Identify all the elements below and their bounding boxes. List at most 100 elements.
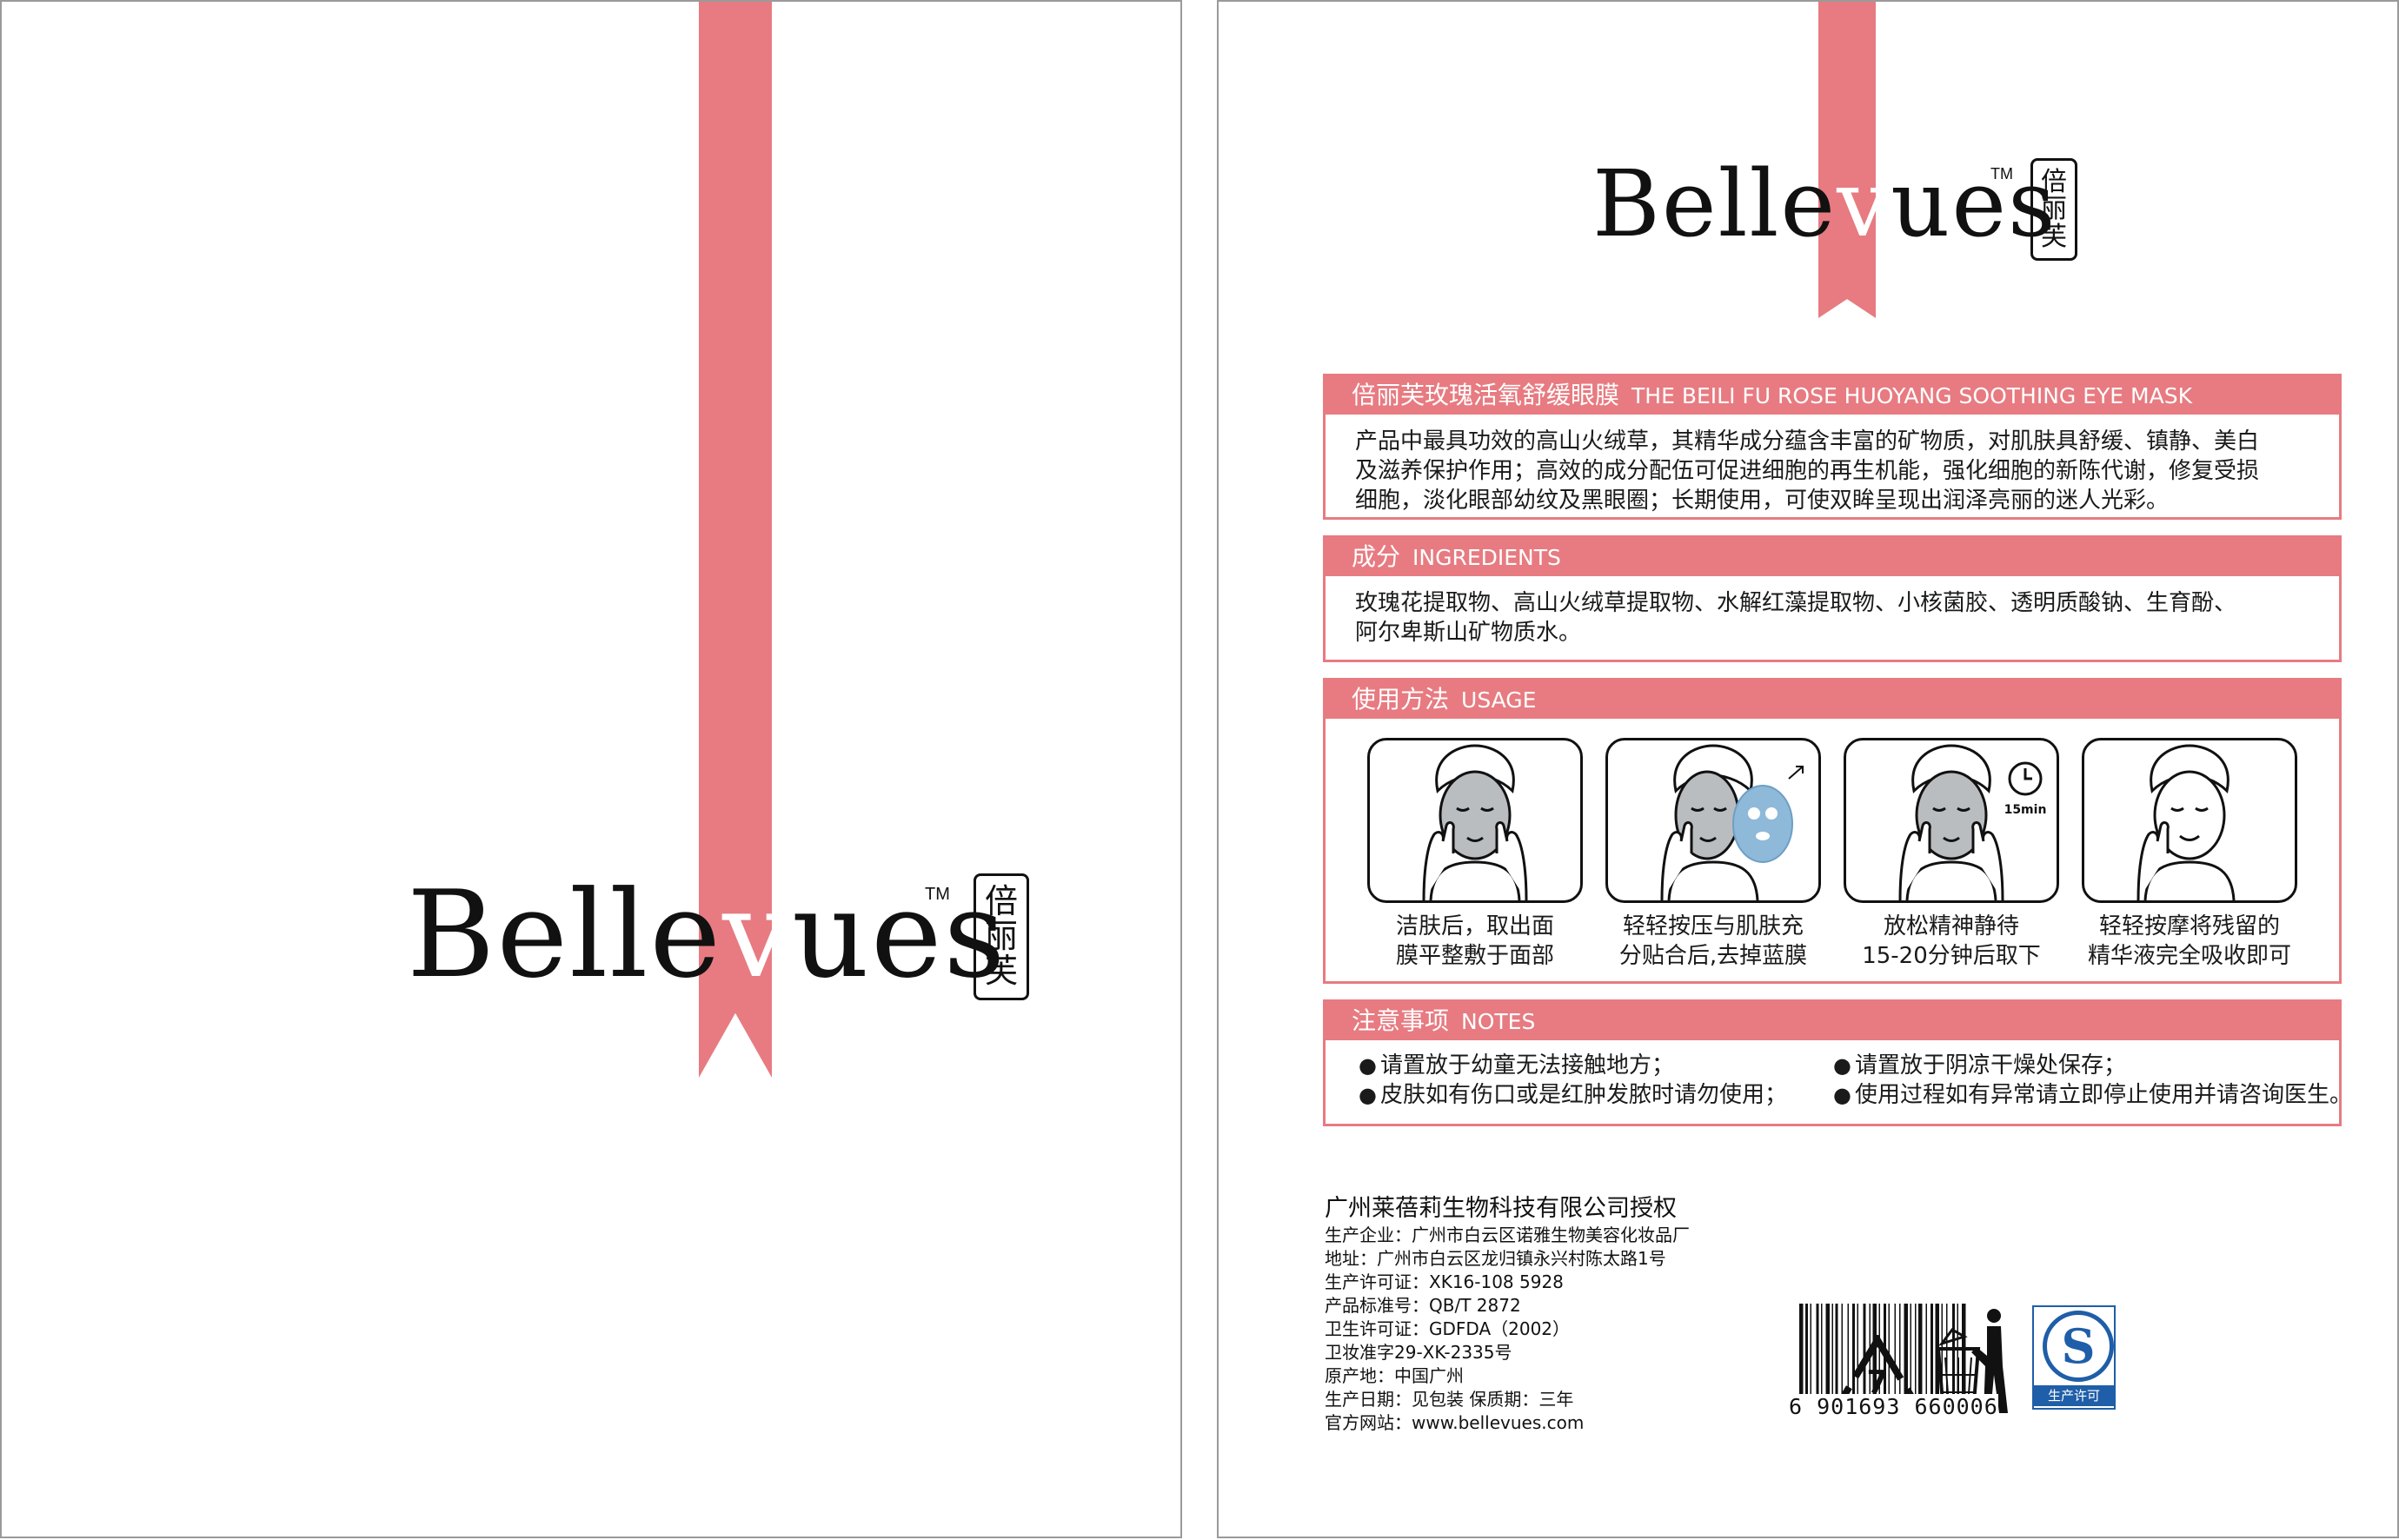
note-item: ● 请置放于幼童无法接触地方； xyxy=(1359,1051,1833,1080)
product-section: 倍丽芙玫瑰活氧舒缓眼膜 THE BEILI FU ROSE HUOYANG SOO… xyxy=(1323,374,2342,520)
usage-step-2: 轻轻按压与肌肤充 分贴合后,去掉蓝膜 xyxy=(1604,738,1823,971)
barcode-bar xyxy=(1915,1304,1917,1406)
qs-certification-icon: S 生产许可 xyxy=(2032,1305,2116,1410)
barcode-bar xyxy=(1841,1304,1843,1406)
barcode-bar xyxy=(1918,1304,1923,1406)
usage-step-line: 轻轻按摩将残留的 xyxy=(2098,913,2280,939)
barcode-bar xyxy=(1821,1304,1823,1406)
usage-step-1: 洁肤后，取出面 膜平整敷于面部 xyxy=(1366,738,1585,971)
info-line: 产品标准号：QB/T 2872 xyxy=(1325,1295,1521,1316)
usage-step-line: 膜平整敷于面部 xyxy=(1395,943,1554,969)
ingredients-list: 玫瑰花提取物、高山火绒草提取物、水解红藻提取物、小核菌胶、透明质酸钠、生育酚、 … xyxy=(1326,576,2339,647)
notes-section-header: 注意事项 NOTES xyxy=(1326,1002,2339,1040)
barcode-bar xyxy=(1952,1304,1955,1406)
front-panel: Bellevues TM 倍 丽 芙 xyxy=(0,0,1182,1538)
back-trademark: TM xyxy=(1990,165,2013,183)
front-brand-seal: 倍 丽 芙 xyxy=(974,873,1029,1000)
usage-step-line: 洁肤后，取出面 xyxy=(1395,913,1554,939)
seal-char-1: 倍 xyxy=(2041,166,2067,197)
usage-step-4: 轻轻按摩将残留的 精华液完全吸收即可 xyxy=(2080,738,2299,971)
info-line: 原产地：中国广州 xyxy=(1325,1365,1464,1386)
barcode-bar xyxy=(1835,1304,1838,1406)
product-section-header: 倍丽芙玫瑰活氧舒缓眼膜 THE BEILI FU ROSE HUOYANG SOO… xyxy=(1326,376,2339,415)
ingredients-section: 成分 INGREDIENTS 玫瑰花提取物、高山火绒草提取物、水解红藻提取物、小核… xyxy=(1323,535,2342,662)
bullet-icon: ● xyxy=(1833,1053,1851,1078)
barcode-bar xyxy=(1831,1304,1833,1406)
note-item: ● 请置放于阴凉干燥处保存； xyxy=(1833,1051,2337,1080)
barcode-bar xyxy=(1946,1304,1948,1406)
info-line: 生产许可证：XK16-108 5928 xyxy=(1325,1271,1564,1292)
barcode-bar xyxy=(1904,1304,1908,1406)
logo-text-v: v xyxy=(722,865,792,1005)
qs-letter: S xyxy=(2043,1311,2114,1382)
ingredients-section-header: 成分 INGREDIENTS xyxy=(1326,538,2339,576)
barcode-bar xyxy=(1872,1304,1877,1406)
usage-steps: 洁肤后，取出面 膜平整敷于面部 轻轻按压与肌肤充 分贴合后,去掉蓝膜 15min… xyxy=(1326,719,2339,971)
notes-list: ● 请置放于幼童无法接触地方； ● 请置放于阴凉干燥处保存； ● 皮肤如有伤口或是红肿… xyxy=(1326,1040,2352,1110)
manufacturer-info: 生产企业：广州市白云区诺雅生物美容化妆品厂 地址：广州市白云区龙归镇永兴村陈太路… xyxy=(1325,1224,1690,1435)
usage-step-text: 放松精神静待 15-20分钟后取下 xyxy=(1862,912,2041,971)
clock-icon xyxy=(2008,761,2043,796)
info-line: 官方网站：www.bellevues.com xyxy=(1325,1412,1585,1433)
barcode-image xyxy=(1798,1304,1990,1406)
barcode-bar xyxy=(1888,1304,1890,1406)
usage-step-line: 分贴合后,去掉蓝膜 xyxy=(1618,943,1808,969)
seal-char-1: 倍 xyxy=(984,882,1018,921)
barcode-bar xyxy=(1810,1304,1811,1406)
barcode-bar xyxy=(1894,1304,1896,1406)
seal-char-3: 芙 xyxy=(984,951,1018,990)
info-line: 生产日期：见包装 保质期：三年 xyxy=(1325,1389,1574,1410)
front-trademark: TM xyxy=(925,885,950,904)
face-mask-wait-icon: 15min xyxy=(1844,738,2059,903)
barcode-bar xyxy=(1935,1304,1939,1406)
seal-char-2: 丽 xyxy=(2041,194,2067,225)
usage-section: 使用方法 USAGE 洁肤后，取出面 膜平整敷于面部 轻轻按压与肌肤充 分贴合后… xyxy=(1323,678,2342,984)
description-line: 及滋养保护作用；高效的成分配伍可促进细胞的再生机能，强化细胞的新陈代谢，修复受损 xyxy=(1355,458,2260,484)
face-massage-icon xyxy=(2082,738,2297,903)
barcode-bar xyxy=(1863,1304,1866,1406)
barcode-bar xyxy=(1847,1304,1849,1406)
info-line: 地址：广州市白云区龙归镇永兴村陈太路1号 xyxy=(1325,1248,1666,1269)
ingredients-title-cn: 成分 xyxy=(1352,542,1401,571)
note-item: ● 使用过程如有异常请立即停止使用并请咨询医生。 xyxy=(1833,1080,2352,1110)
seal-char-2: 丽 xyxy=(984,917,1018,956)
usage-step-text: 洁肤后，取出面 膜平整敷于面部 xyxy=(1396,912,1554,971)
logo-text-part1: Belle xyxy=(1592,150,1837,257)
info-line: 生产企业：广州市白云区诺雅生物美容化妆品厂 xyxy=(1325,1225,1690,1245)
bullet-icon: ● xyxy=(1833,1083,1851,1107)
barcode-bar xyxy=(1930,1304,1933,1406)
note-text: 使用过程如有异常请立即停止使用并请咨询医生。 xyxy=(1854,1082,2352,1108)
note-text: 皮肤如有伤口或是红肿发脓时请勿使用； xyxy=(1379,1082,1787,1108)
ingredients-line: 玫瑰花提取物、高山火绒草提取物、水解红藻提取物、小核菌胶、透明质酸钠、生育酚、 xyxy=(1355,590,2237,616)
ingredients-title-en: INGREDIENTS xyxy=(1412,545,1561,570)
barcode-bar xyxy=(1884,1304,1886,1406)
qs-label: 生产许可 xyxy=(2034,1385,2114,1406)
front-brand-logo: Bellevues xyxy=(407,875,1007,995)
product-title-en: THE BEILI FU ROSE HUOYANG SOOTHING EYE M… xyxy=(1631,383,2192,408)
description-line: 产品中最具功效的高山火绒草，其精华成分蕴含丰富的矿物质，对肌肤具舒缓、镇静、美白 xyxy=(1355,428,2260,455)
bullet-icon: ● xyxy=(1359,1053,1377,1078)
back-brand-logo: Bellevues xyxy=(1592,158,2057,250)
logo-text-v: v xyxy=(1837,150,1891,257)
ingredients-line: 阿尔卑斯山矿物质水。 xyxy=(1355,620,1582,646)
timer-label: 15min xyxy=(2004,803,2047,817)
barcode-bar xyxy=(1962,1304,1966,1406)
usage-title-cn: 使用方法 xyxy=(1352,685,1450,714)
barcode-bar xyxy=(1816,1304,1819,1406)
barcode-number: 6 901693 660006 xyxy=(1789,1394,1998,1419)
usage-title-en: USAGE xyxy=(1461,687,1537,713)
usage-step-line: 15-20分钟后取下 xyxy=(1862,943,2041,969)
barcode-bar xyxy=(1799,1304,1804,1406)
info-line: 卫妆准字29-XK-2335号 xyxy=(1325,1342,1512,1363)
back-brand-seal: 倍 丽 芙 xyxy=(2030,158,2077,261)
company-authorization: 广州莱蓓莉生物科技有限公司授权 xyxy=(1325,1195,1677,1222)
notes-section: 注意事项 NOTES ● 请置放于幼童无法接触地方； ● 请置放于阴凉干燥处保存； ●… xyxy=(1323,999,2352,1126)
face-mask-peel-icon xyxy=(1605,738,1821,903)
barcode-bar xyxy=(1805,1304,1808,1406)
bullet-icon: ● xyxy=(1359,1083,1377,1107)
product-title-cn: 倍丽芙玫瑰活氧舒缓眼膜 xyxy=(1352,381,1620,409)
logo-text-part1: Belle xyxy=(407,865,723,1005)
note-text: 请置放于幼童无法接触地方； xyxy=(1379,1052,1674,1079)
barcode-bar xyxy=(1878,1304,1880,1406)
seal-char-3: 芙 xyxy=(2041,221,2067,252)
